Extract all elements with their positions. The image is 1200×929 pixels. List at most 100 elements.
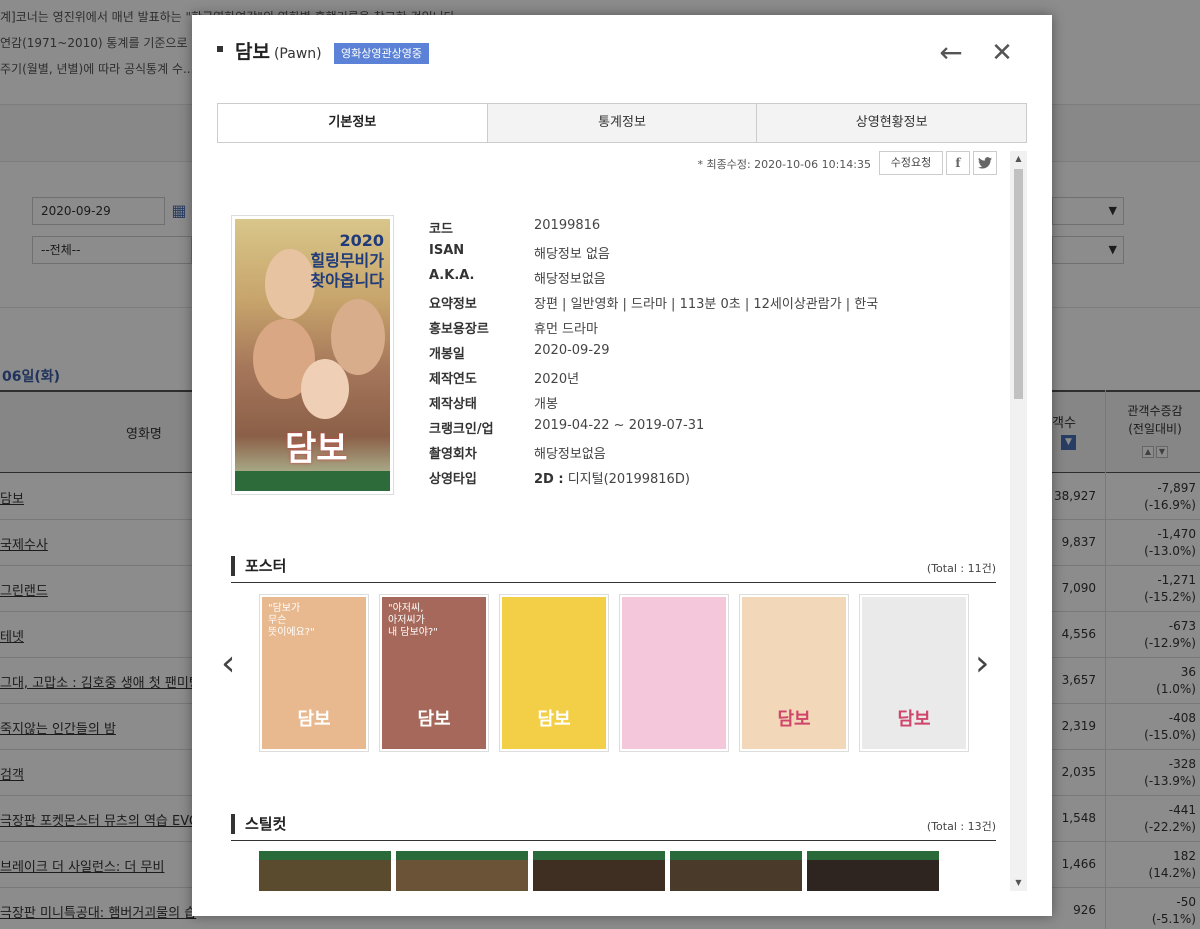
scroll-up-icon[interactable]: ▲ [1010,151,1027,167]
info-value: 2020-09-29 [534,343,610,358]
info-value: 2D : 디지털(20199816D) [534,468,690,487]
info-row: 요약정보 장편 | 일반영화 | 드라마 | 113분 0초 | 12세이상관람가… [429,290,989,315]
info-value: 20199816 [534,218,600,233]
info-value: 휴먼 드라마 [534,318,598,337]
still-thumbnail[interactable] [396,851,528,891]
meta-bar: * 최종수정: 2020-10-06 10:14:35 수정요청 f [217,151,999,177]
poster-thumbnail-logo: 담보 [417,709,451,730]
modal-title: 담보 (Pawn) [235,37,322,64]
info-value: 해당정보 없음 [534,243,610,262]
info-value: 장편 | 일반영화 | 드라마 | 113분 0초 | 12세이상관람가 | 한… [534,293,878,312]
info-value-text: 디지털(20199816D) [563,472,690,487]
movie-title: 담보 [235,41,270,63]
info-row: ISAN 해당정보 없음 [429,240,989,265]
info-label: 촬영회차 [429,447,477,462]
movie-subtitle: (Pawn) [273,46,322,62]
poster-thumbnail[interactable] [619,594,729,752]
info-value-text: 2019-04-22 ~ 2019-07-31 [534,418,705,433]
close-icon[interactable]: ✕ [989,38,1015,68]
back-arrow-icon[interactable]: ← [936,38,966,68]
carousel-next-icon[interactable]: › [975,644,989,684]
last-updated: * 최종수정: 2020-10-06 10:14:35 [697,158,871,171]
tab-screening-status[interactable]: 상영현황정보 [756,104,1027,142]
movie-detail-modal: 담보 (Pawn) 영화상영관상영중 ← ✕ 기본정보 통계정보 상영현황정보 *… [192,15,1052,916]
poster-thumbnail[interactable]: 담보 [859,594,969,752]
poster-section-total: (Total : 11건) [926,562,996,575]
info-value-bold: 2D : [534,472,564,487]
poster-logo: 담보 [285,429,348,469]
poster-thumbnail-logo: 담보 [897,709,931,730]
info-value-text: 개봉 [534,397,558,412]
status-badge: 영화상영관상영중 [334,43,429,64]
modal-scrollbar[interactable]: ▲ ▼ [1010,151,1027,891]
poster-thumbnail-image: 담보 [502,597,606,749]
stills-section-title: 스틸컷 [245,815,287,833]
info-value-text: 20199816 [534,218,601,233]
info-label: 요약정보 [429,297,477,312]
poster-thumbnail-image: "담보가 무슨 뜻이에요?" 담보 [262,597,366,749]
info-value: 2019-04-22 ~ 2019-07-31 [534,418,704,433]
twitter-icon[interactable] [973,151,997,175]
tab-basic-info[interactable]: 기본정보 [218,104,487,142]
info-table: 코드 20199816 ISAN 해당정보 없음 A.K.A. 해당정보없음요약정보 장편 … [429,215,989,490]
poster-thumbnail-logo: 담보 [777,709,811,730]
poster-caption: "아저씨, 아저씨가 내 담보야?" [388,603,438,638]
info-value: 해당정보없음 [534,443,606,462]
poster-headline: 2020 힐링무비가 찾아옵니다 [310,231,384,290]
poster-thumbnail-logo: 담보 [537,709,571,730]
poster-thumbnail-logo: 담보 [297,709,331,730]
info-label: 코드 [429,222,453,237]
poster-thumbnail[interactable]: 담보 [739,594,849,752]
info-value: 2020년 [534,368,579,387]
poster-thumbnail-image: "아저씨, 아저씨가 내 담보야?" 담보 [382,597,486,749]
info-label: ISAN [429,243,465,258]
carousel-prev-icon[interactable]: ‹ [221,644,235,684]
scrollbar-thumb[interactable] [1014,169,1023,399]
info-row: 제작상태 개봉 [429,390,989,415]
info-row: 개봉일 2020-09-29 [429,340,989,365]
still-thumbnail[interactable] [670,851,802,891]
info-row: 제작연도 2020년 [429,365,989,390]
info-row: 홍보용장르 휴먼 드라마 [429,315,989,340]
info-label: 홍보용장르 [429,322,489,337]
poster-section-header: 포스터 (Total : 11건) [231,551,996,583]
tab-statistics[interactable]: 통계정보 [486,104,757,142]
modal-content: * 최종수정: 2020-10-06 10:14:35 수정요청 f 2020 … [217,151,1027,891]
info-value-text: 휴먼 드라마 [534,322,598,337]
info-value: 해당정보없음 [534,268,606,287]
info-value-text: 장편 | 일반영화 | 드라마 | 113분 0초 | 12세이상관람가 | 한… [534,297,879,312]
edit-request-button[interactable]: 수정요청 [879,151,943,175]
info-value: 개봉 [534,393,558,412]
stills-gallery [259,851,959,891]
modal-header: 담보 (Pawn) 영화상영관상영중 ← ✕ [192,15,1052,95]
poster-carousel: "담보가 무슨 뜻이에요?" 담보 "아저씨, 아저씨가 내 담보야?" 담보 담보 담보… [259,594,971,752]
info-value-text: 2020년 [534,372,580,387]
info-row: A.K.A. 해당정보없음 [429,265,989,290]
info-value-text: 해당정보없음 [534,272,606,287]
poster-thumbnail[interactable]: "아저씨, 아저씨가 내 담보야?" 담보 [379,594,489,752]
info-label: 상영타입 [429,472,477,487]
info-row: 코드 20199816 [429,215,989,240]
still-thumbnail[interactable] [533,851,665,891]
poster-section-title: 포스터 [245,557,287,575]
info-value-text: 해당정보 없음 [534,247,610,262]
info-label: 개봉일 [429,347,465,362]
title-bullet [217,46,223,52]
info-label: 제작연도 [429,372,477,387]
main-poster[interactable]: 2020 힐링무비가 찾아옵니다 담보 [231,215,394,495]
poster-thumbnail-image [622,597,726,749]
info-row: 상영타입 2D : 디지털(20199816D) [429,465,989,490]
info-row: 촬영회차 해당정보없음 [429,440,989,465]
poster-thumbnail[interactable]: 담보 [499,594,609,752]
poster-thumbnail[interactable]: "담보가 무슨 뜻이에요?" 담보 [259,594,369,752]
poster-caption: "담보가 무슨 뜻이에요?" [268,603,315,638]
still-thumbnail[interactable] [259,851,391,891]
stills-section-total: (Total : 13건) [926,820,996,833]
poster-image: 2020 힐링무비가 찾아옵니다 담보 [235,219,390,491]
facebook-icon[interactable]: f [946,151,970,175]
info-value-text: 해당정보없음 [534,447,606,462]
scroll-down-icon[interactable]: ▼ [1010,875,1027,891]
still-thumbnail[interactable] [807,851,939,891]
info-label: 제작상태 [429,397,477,412]
info-value-text: 2020-09-29 [534,343,610,358]
